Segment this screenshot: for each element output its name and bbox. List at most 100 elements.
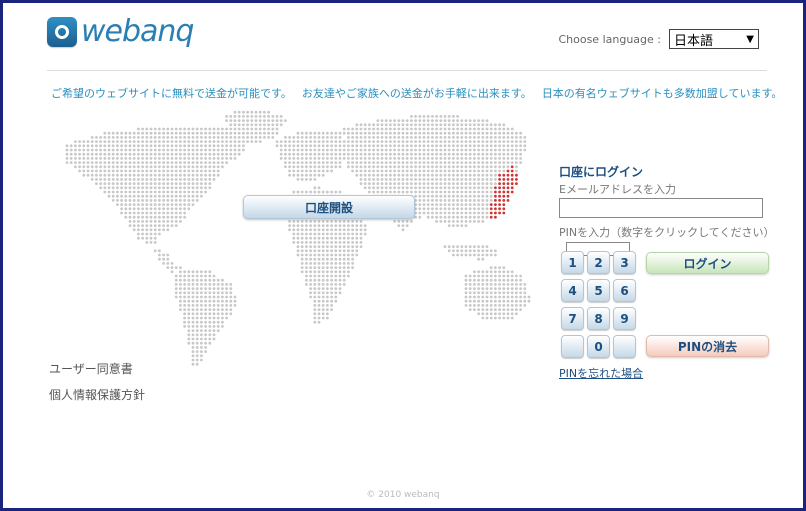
- email-input[interactable]: [559, 198, 763, 218]
- map-dot: [111, 131, 115, 135]
- map-dot: [309, 169, 312, 173]
- map-dot: [195, 346, 199, 349]
- map-dot: [384, 152, 388, 156]
- map-dot: [443, 190, 447, 194]
- map-dot: [418, 199, 422, 202]
- keypad-key-9[interactable]: 9: [613, 307, 636, 330]
- open-account-button[interactable]: 口座開設: [243, 195, 415, 219]
- keypad-key-8[interactable]: 8: [587, 307, 610, 330]
- map-dot: [137, 140, 140, 143]
- map-dot: [422, 157, 426, 160]
- map-dot: [103, 148, 107, 152]
- map-dot: [334, 278, 338, 282]
- map-dot: [208, 127, 212, 131]
- map-dot: [502, 295, 506, 299]
- map-dot: [351, 266, 354, 269]
- map-dot: [65, 152, 69, 156]
- map-dot: [393, 140, 396, 143]
- map-dot: [435, 119, 438, 122]
- map-dot: [489, 148, 493, 152]
- webanq-logo[interactable]: webanq: [47, 17, 194, 47]
- keypad-key-0[interactable]: 0: [587, 335, 610, 358]
- map-dot: [111, 186, 115, 190]
- map-dot: [389, 136, 392, 139]
- map-dot: [120, 131, 123, 135]
- map-dot: [321, 169, 325, 173]
- language-select[interactable]: 日本語 ▼: [669, 29, 759, 49]
- map-dot: [195, 186, 199, 190]
- map-dot: [183, 278, 187, 282]
- map-dot: [233, 299, 237, 303]
- map-dot: [292, 165, 296, 169]
- map-dot: [477, 148, 480, 152]
- map-dot: [221, 316, 224, 320]
- map-dot: [414, 173, 417, 177]
- map-dot: [132, 186, 136, 190]
- map-dot: [132, 207, 136, 211]
- map-dot: [418, 211, 422, 215]
- map-dot: [431, 190, 434, 194]
- map-dot: [460, 165, 464, 169]
- map-dot: [489, 161, 493, 164]
- keypad-key-7[interactable]: 7: [561, 307, 584, 330]
- map-dot: [389, 157, 392, 160]
- map-dot: [498, 131, 501, 135]
- map-dot: [179, 127, 182, 131]
- map-dot: [284, 140, 287, 143]
- user-agreement-link[interactable]: ユーザー同意書: [49, 360, 145, 377]
- map-dot: [141, 211, 144, 215]
- keypad-key-1[interactable]: 1: [561, 251, 584, 274]
- map-dot: [401, 119, 405, 122]
- map-dot: [443, 165, 447, 169]
- map-dot: [456, 123, 459, 127]
- map-dot: [153, 140, 157, 143]
- keypad-key-5[interactable]: 5: [587, 279, 610, 302]
- keypad-key-3[interactable]: 3: [613, 251, 636, 274]
- map-dot: [376, 190, 380, 194]
- map-dot: [473, 169, 476, 173]
- map-dot: [141, 232, 144, 236]
- forgot-pin-link[interactable]: PINを忘れた場合: [559, 365, 643, 381]
- map-dot: [200, 358, 203, 362]
- keypad-key-2[interactable]: 2: [587, 251, 610, 274]
- map-dot: [473, 131, 476, 135]
- map-dot: [296, 148, 300, 152]
- map-dot: [317, 161, 321, 164]
- map-dot: [195, 270, 199, 274]
- keypad-key-4[interactable]: 4: [561, 279, 584, 302]
- map-dot: [204, 299, 208, 303]
- map-dot: [153, 148, 157, 152]
- map-dot: [498, 270, 501, 274]
- privacy-policy-link[interactable]: 個人情報保護方針: [49, 386, 145, 403]
- keypad-key-6[interactable]: 6: [613, 279, 636, 302]
- map-dot: [237, 144, 241, 148]
- map-dot: [191, 152, 195, 156]
- map-dot: [111, 144, 115, 148]
- keypad-key-blank[interactable]: [561, 335, 584, 358]
- map-dot: [317, 152, 321, 156]
- map-dot: [200, 182, 203, 185]
- map-dot: [330, 152, 333, 156]
- map-dot: [460, 144, 464, 148]
- map-dot: [179, 144, 182, 148]
- map-dot: [485, 173, 489, 177]
- map-dot: [456, 115, 459, 118]
- map-dot: [418, 123, 422, 127]
- map-dot: [153, 161, 157, 164]
- map-dot: [309, 283, 312, 286]
- map-dot: [313, 245, 317, 249]
- map-dot: [515, 278, 518, 282]
- map-dot: [372, 169, 375, 173]
- login-button[interactable]: ログイン: [646, 252, 769, 274]
- map-dot: [300, 232, 304, 236]
- keypad-key-blank[interactable]: [613, 335, 636, 358]
- map-dot: [86, 165, 90, 169]
- map-dot: [187, 337, 191, 341]
- map-dot: [124, 144, 128, 148]
- map-dot: [183, 194, 187, 198]
- map-dot: [212, 165, 216, 169]
- clear-pin-button[interactable]: PINの消去: [646, 335, 769, 357]
- map-dot: [82, 144, 86, 148]
- map-dot: [174, 274, 178, 278]
- map-dot: [464, 220, 468, 223]
